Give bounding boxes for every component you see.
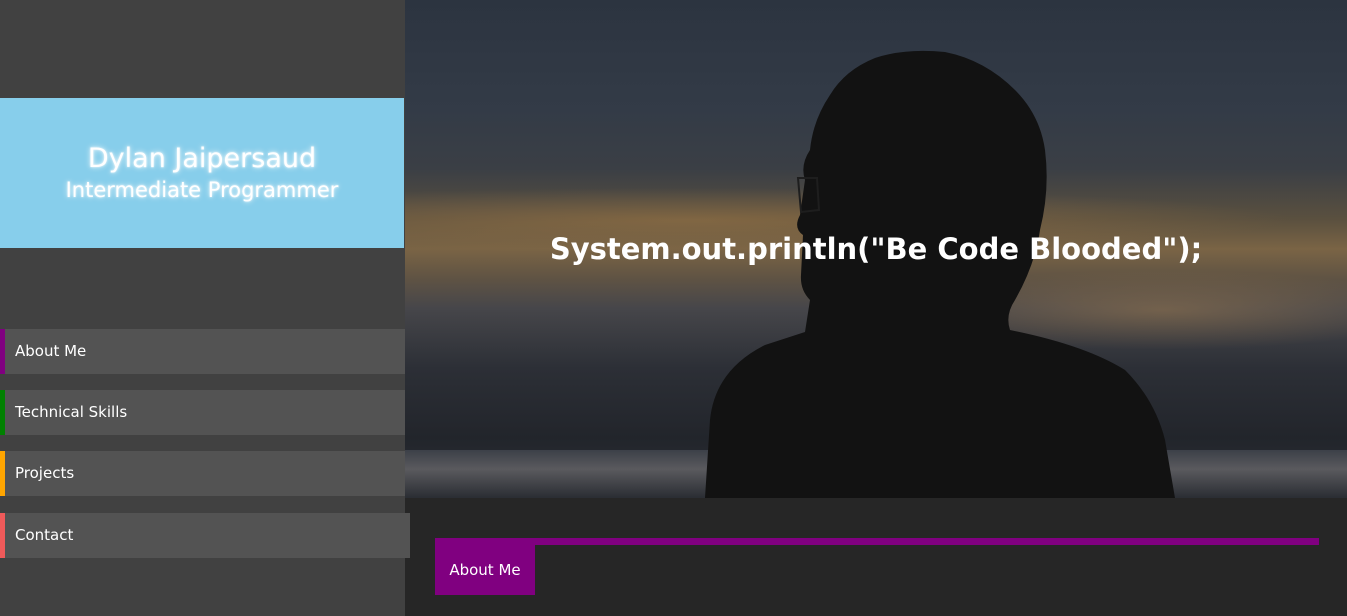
nav-item-label: Technical Skills (15, 403, 128, 421)
section-divider (435, 538, 1319, 545)
nav-item-label: Projects (15, 464, 75, 482)
sidebar: Dylan Jaipersaud Intermediate Programmer… (0, 0, 410, 616)
nav-accent-bar (0, 451, 5, 496)
nav-item-label: About Me (15, 342, 87, 360)
nav-item-about-me[interactable]: About Me (0, 329, 410, 374)
nav-accent-bar (0, 513, 5, 558)
section-heading-about-me: About Me (435, 545, 535, 595)
nav-accent-bar (0, 390, 5, 435)
nav-item-technical-skills[interactable]: Technical Skills (0, 390, 410, 435)
profile-title: Intermediate Programmer (65, 178, 339, 202)
nav-item-label: Contact (15, 526, 74, 544)
nav-item-contact[interactable]: Contact (0, 513, 410, 558)
hero-banner: System.out.println("Be Code Blooded"); (405, 0, 1347, 498)
profile-name: Dylan Jaipersaud (87, 143, 317, 174)
nav-accent-bar (0, 329, 5, 374)
hero-tagline: System.out.println("Be Code Blooded"); (549, 232, 1203, 266)
nav-item-projects[interactable]: Projects (0, 451, 410, 496)
profile-card: Dylan Jaipersaud Intermediate Programmer (0, 98, 404, 248)
